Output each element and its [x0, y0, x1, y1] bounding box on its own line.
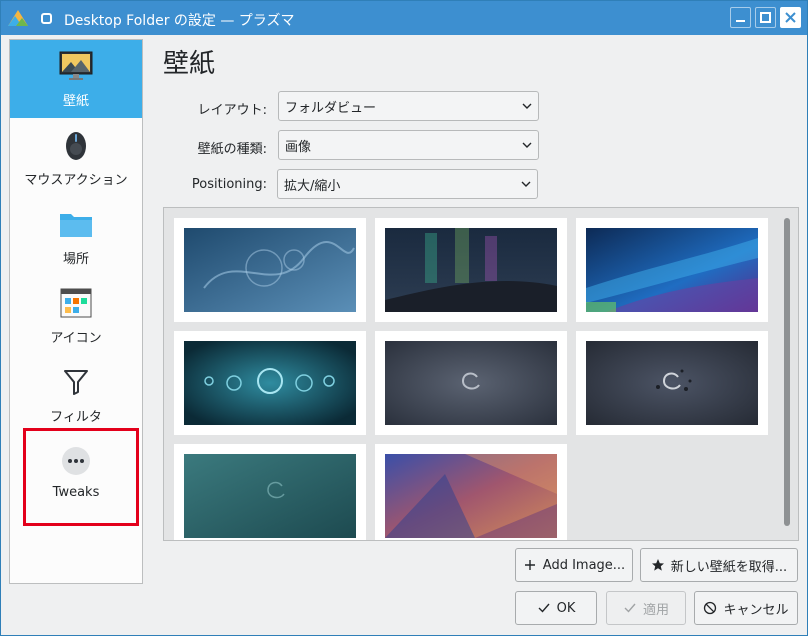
pin-icon	[40, 12, 52, 24]
minimize-button[interactable]	[730, 7, 751, 28]
highlight-annotation	[23, 428, 139, 526]
positioning-label: Positioning:	[191, 177, 267, 192]
ok-button[interactable]: OK	[515, 591, 597, 625]
wallpaper-tile[interactable]	[174, 331, 366, 435]
app-icon	[8, 10, 28, 26]
positioning-select[interactable]: 拡大/縮小	[277, 169, 538, 199]
cancel-icon	[704, 601, 717, 615]
close-button[interactable]	[780, 7, 801, 28]
window-title: Desktop Folder の設定 — プラズマ	[64, 13, 295, 29]
add-image-label: Add Image...	[542, 557, 626, 573]
sidebar-item-label: 場所	[62, 252, 89, 267]
wallpaper-tile[interactable]	[375, 331, 567, 435]
wallpaper-thumbnail	[586, 228, 758, 312]
minimize-icon	[736, 20, 745, 22]
sidebar-item-label: アイコン	[50, 331, 102, 346]
title-bar[interactable]: Desktop Folder の設定 — プラズマ	[1, 1, 807, 35]
folder-icon	[58, 206, 94, 242]
layout-select[interactable]: フォルダビュー	[278, 91, 539, 121]
layout-label: レイアウト:	[197, 103, 267, 118]
wallpaper-thumbnail	[184, 454, 356, 538]
chevron-down-icon	[516, 142, 538, 148]
apply-label: 適用	[642, 602, 669, 618]
wallpaper-tile[interactable]	[576, 218, 768, 322]
wallpaper-type-label: 壁紙の種類:	[197, 142, 267, 157]
sidebar-item-location[interactable]: 場所	[10, 198, 142, 276]
chevron-down-icon	[515, 181, 537, 187]
ok-label: OK	[556, 600, 576, 616]
maximize-icon	[760, 12, 771, 23]
get-new-label: 新しい壁紙を取得...	[670, 559, 788, 575]
wallpaper-thumbnail	[184, 341, 356, 425]
add-image-button[interactable]: Add Image...	[515, 548, 633, 582]
wallpaper-thumbnail	[385, 228, 557, 312]
sidebar-item-label: フィルタ	[50, 410, 102, 425]
page-title: 壁紙	[163, 49, 216, 79]
close-icon	[785, 12, 796, 23]
wallpaper-tile[interactable]	[576, 331, 768, 435]
cancel-label: キャンセル	[723, 602, 789, 618]
wallpaper-thumbnail	[586, 341, 758, 425]
wallpaper-gallery[interactable]	[163, 207, 799, 541]
sidebar-item-icons[interactable]: アイコン	[10, 277, 142, 355]
chevron-down-icon	[516, 103, 538, 109]
wallpaper-tile[interactable]	[375, 444, 567, 540]
check-icon	[538, 603, 550, 613]
get-new-wallpapers-button[interactable]: 新しい壁紙を取得...	[640, 548, 798, 582]
wallpaper-type-value: 画像	[285, 139, 312, 155]
wallpaper-tile[interactable]	[375, 218, 567, 322]
icon-view-icon	[58, 285, 94, 321]
star-icon	[651, 559, 664, 571]
layout-value: フォルダビュー	[285, 100, 377, 116]
positioning-value: 拡大/縮小	[284, 178, 341, 194]
sidebar-item-filter[interactable]: フィルタ	[10, 356, 142, 434]
settings-window: Desktop Folder の設定 — プラズマ 壁紙 マウスアクション 場所…	[0, 0, 808, 636]
wallpaper-tile[interactable]	[174, 444, 366, 540]
keep-above-button[interactable]	[36, 8, 56, 28]
wallpaper-icon	[58, 48, 94, 84]
apply-button[interactable]: 適用	[606, 591, 686, 625]
check-icon	[624, 603, 636, 613]
maximize-button[interactable]	[755, 7, 776, 28]
wallpaper-type-select[interactable]: 画像	[278, 130, 539, 160]
wallpaper-thumbnail	[385, 454, 557, 538]
filter-icon	[58, 364, 94, 400]
wallpaper-thumbnail	[385, 341, 557, 425]
plus-icon	[524, 560, 535, 570]
cancel-button[interactable]: キャンセル	[694, 591, 798, 625]
gallery-scrollbar[interactable]	[784, 218, 790, 526]
wallpaper-thumbnail	[184, 228, 356, 312]
wallpaper-tile[interactable]	[174, 218, 366, 322]
